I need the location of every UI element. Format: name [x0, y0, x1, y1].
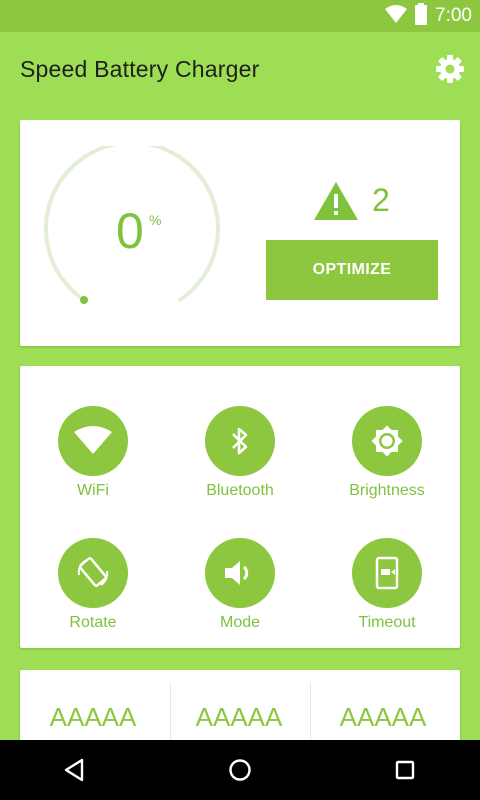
stat-column: AAAAA	[310, 670, 456, 750]
toggle-rotate[interactable]: Rotate	[38, 538, 148, 648]
volume-icon	[205, 538, 275, 608]
rotate-icon	[58, 538, 128, 608]
toggle-label: Bluetooth	[206, 482, 274, 499]
battery-card: 0 % 2 OPTIMIZE	[20, 120, 460, 346]
warning-icon	[314, 182, 358, 220]
warning-count: 2	[372, 182, 390, 218]
wifi-icon	[385, 4, 408, 28]
stat-column: AAAAA	[166, 670, 312, 750]
home-icon[interactable]	[224, 754, 256, 786]
battery-percent-sign: %	[149, 212, 162, 228]
toggle-label: Brightness	[349, 482, 425, 499]
stat-value: AAAAA	[195, 702, 283, 732]
status-time: 7:00	[435, 5, 472, 26]
toggle-label: Timeout	[358, 614, 416, 631]
toggle-timeout[interactable]: Timeout	[332, 538, 442, 648]
stats-card: AAAAA AAAAA AAAAA	[20, 670, 460, 752]
timeout-icon	[352, 538, 422, 608]
toggle-bluetooth[interactable]: Bluetooth	[185, 406, 295, 516]
recents-icon[interactable]	[389, 754, 421, 786]
app-title: Speed Battery Charger	[20, 56, 260, 82]
toggle-mode[interactable]: Mode	[185, 538, 295, 648]
brightness-icon	[352, 406, 422, 476]
toggle-label: Rotate	[69, 614, 117, 631]
toggle-wifi[interactable]: WiFi	[38, 406, 148, 516]
gear-icon[interactable]	[435, 54, 465, 84]
navigation-bar	[0, 740, 480, 800]
app-bar: Speed Battery Charger	[0, 32, 480, 106]
stat-column: AAAAA	[20, 670, 166, 750]
stat-value: AAAAA	[339, 702, 427, 732]
toggle-brightness[interactable]: Brightness	[332, 406, 442, 516]
optimize-button[interactable]: OPTIMIZE	[266, 240, 438, 300]
status-icons: 7:00	[385, 2, 472, 30]
wifi-icon	[58, 406, 128, 476]
quick-toggles-card: WiFi Bluetooth Brightness Rotate Mode Ti…	[20, 366, 460, 648]
bluetooth-icon	[205, 406, 275, 476]
status-bar: 7:00	[0, 0, 480, 32]
battery-icon	[415, 2, 428, 30]
battery-percent-value: 0	[116, 203, 144, 259]
toggle-label: Mode	[219, 614, 261, 631]
stat-value: AAAAA	[49, 702, 137, 732]
back-icon[interactable]	[58, 754, 90, 786]
toggle-label: WiFi	[77, 482, 109, 499]
